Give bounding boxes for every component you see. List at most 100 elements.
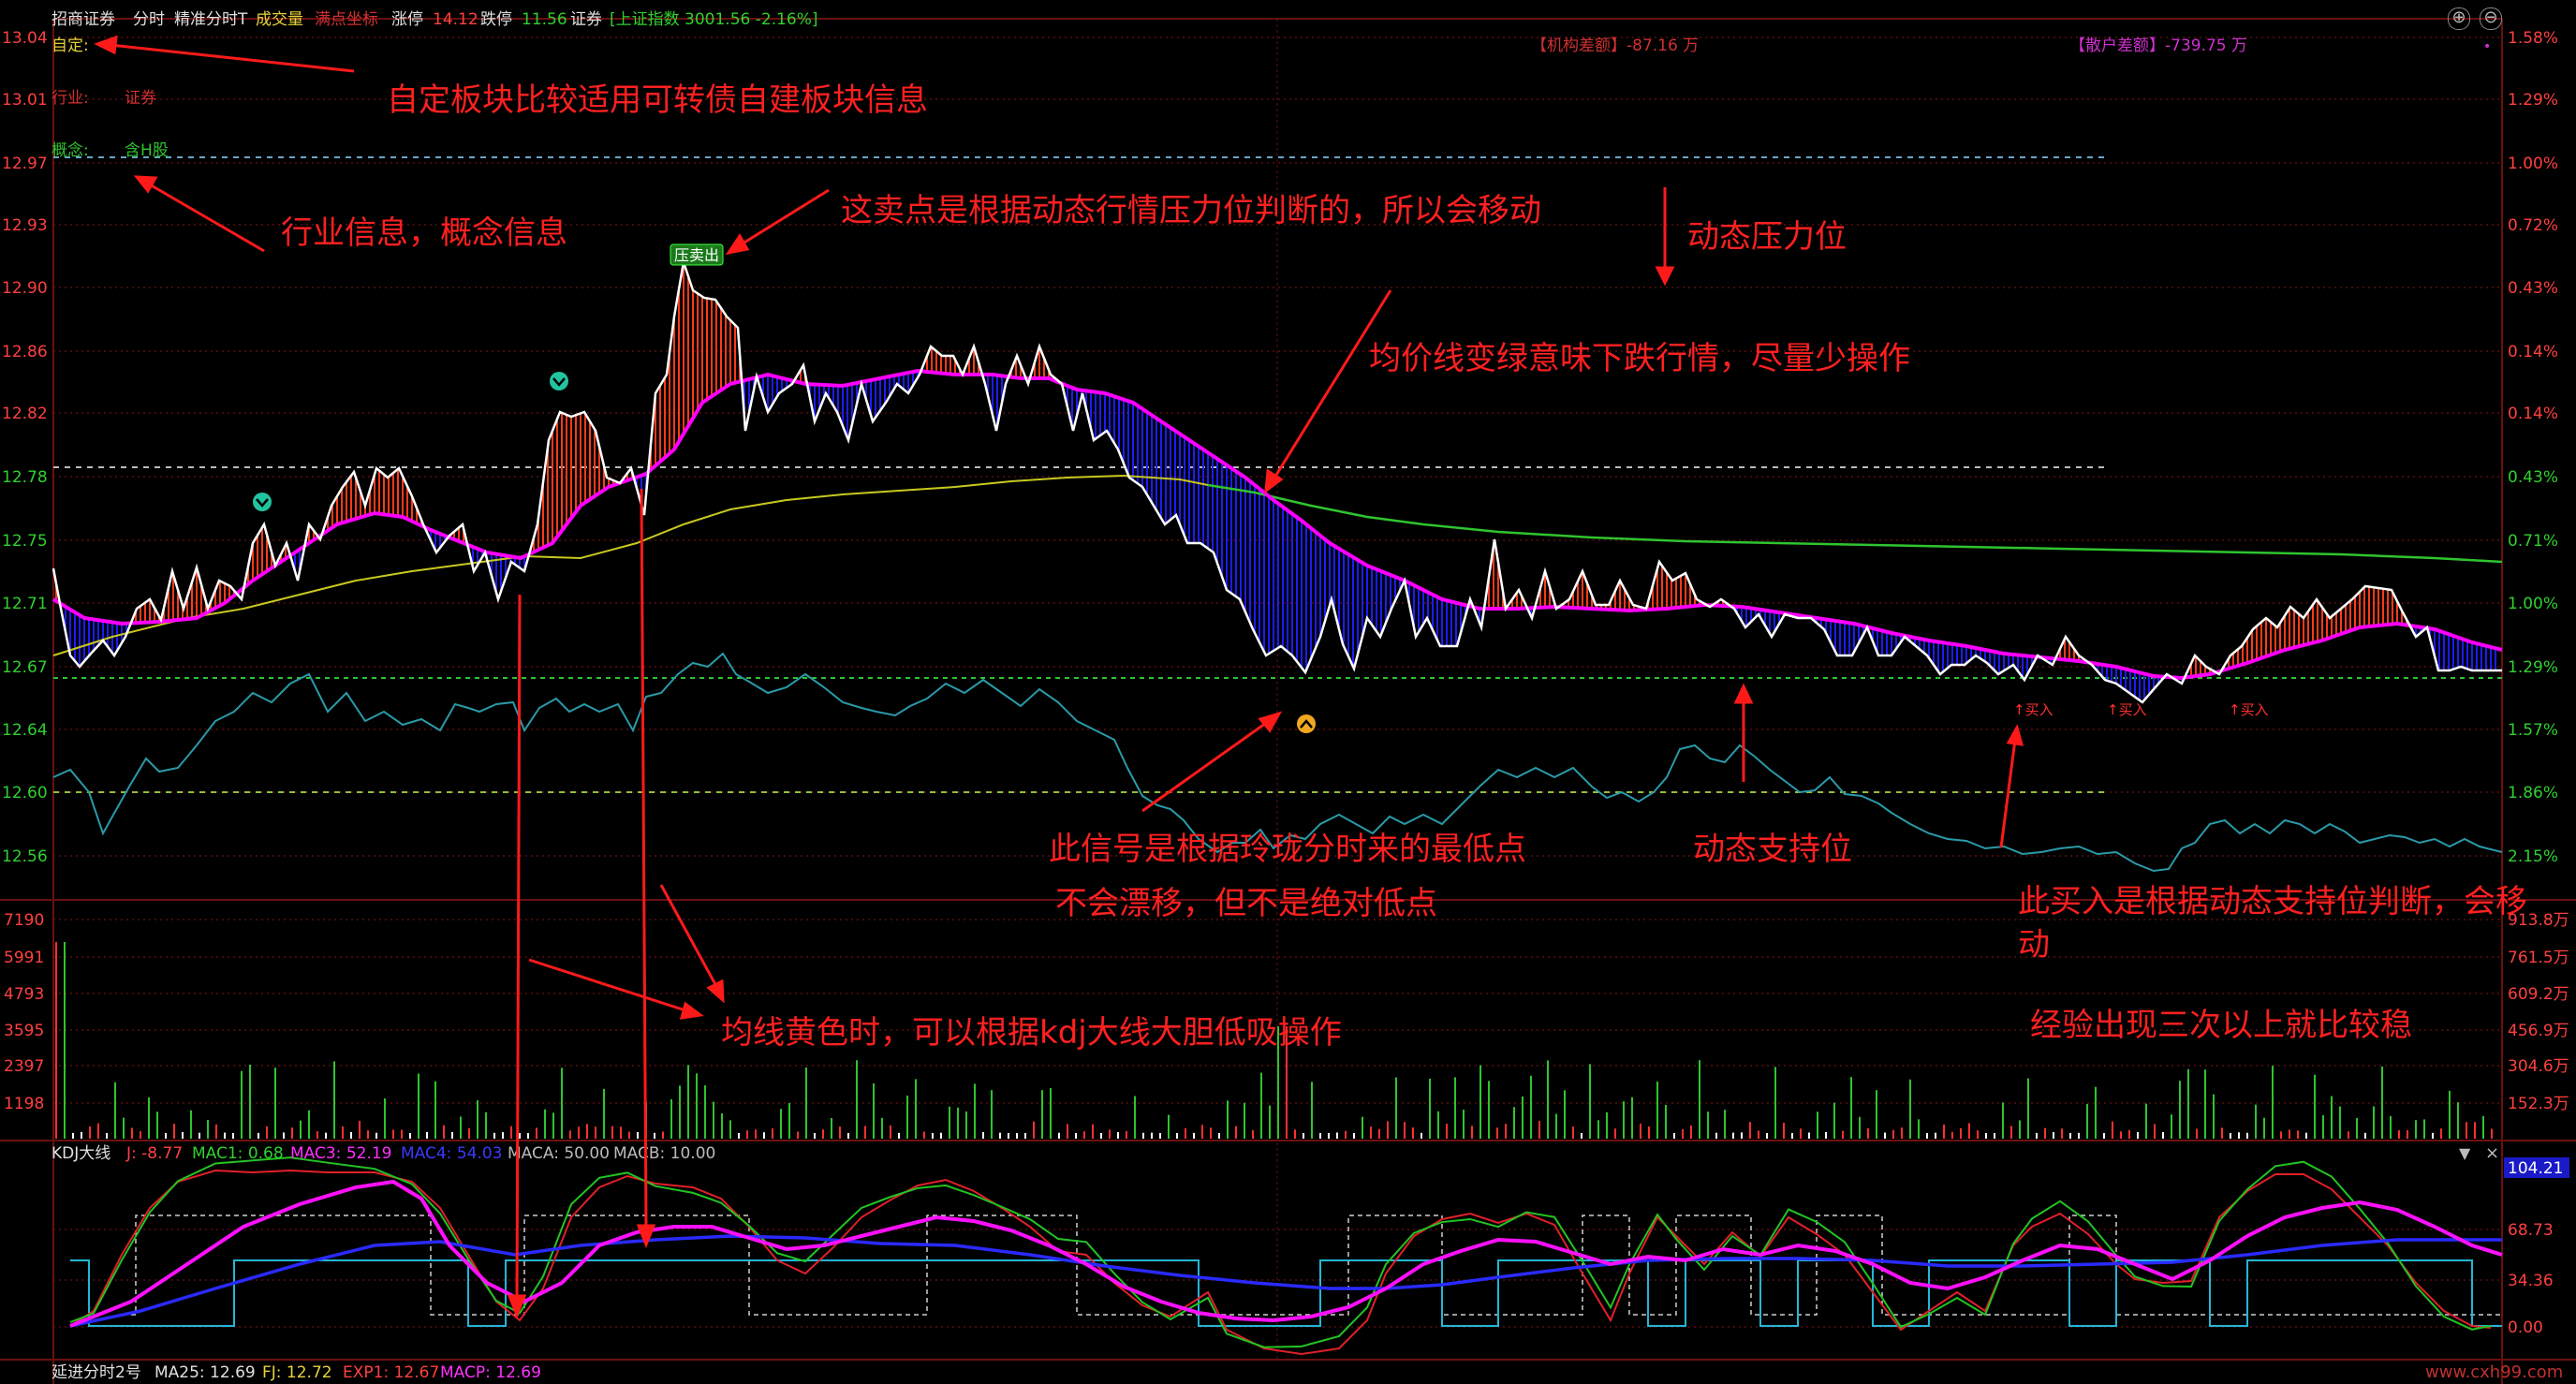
concept-value: 含H股 (125, 141, 169, 160)
annotation-kdj-yellow: 均线黄色时，可以根据kdj大线大胆低吸操作 (721, 1014, 1342, 1052)
mode-precise[interactable]: 精准分时T (174, 10, 248, 29)
minimize-icon[interactable]: ⊖ (2480, 7, 2502, 30)
volume-tick-left: 2397 (4, 1057, 44, 1076)
price-tick-left: 12.97 (2, 155, 48, 173)
kdj-mac4: MAC4: 54.03 (401, 1144, 502, 1163)
industry-value: 证券 (125, 89, 156, 108)
kdj-cyan-step (70, 1259, 2502, 1327)
annotation-buy-1: 此买入是根据动态支持位判断，会移 (2018, 883, 2527, 920)
percent-tick-right: 1.29% (2508, 91, 2558, 110)
green-down-marker-2 (550, 372, 568, 390)
annotations: 自定板块比较适用可转债自建板块信息 行业信息，概念信息 这卖点是根据动态行情压力… (281, 81, 2527, 1052)
annotation-lowpoint-1: 此信号是根据玲珑分时来的最低点 (1049, 831, 1526, 868)
percent-tick-right: 0.43% (2508, 468, 2558, 487)
price-tick-left: 13.01 (2, 91, 48, 110)
volume-tick-left: 7190 (4, 911, 44, 930)
retail-diff: 【散户差额】-739.75 万 (2069, 37, 2247, 55)
buy-signal[interactable]: ↑买入 (2229, 701, 2269, 718)
annotation-resistance: 动态压力位 (1687, 218, 1847, 256)
lowpoint-up-marker (1297, 714, 1316, 733)
volume-axis-left: 7190 5991 4793 3595 2397 1198 (4, 911, 44, 1113)
kdj-tick: 104.21 (2508, 1159, 2563, 1178)
volume-tick-right: 152.3万 (2508, 1095, 2569, 1113)
percent-tick-right: 0.43% (2508, 279, 2558, 298)
percent-tick-right: 0.72% (2508, 216, 2558, 235)
percent-tick-right: 1.29% (2508, 658, 2558, 677)
stock-name: 招商证券 (52, 10, 115, 29)
volume-tick-right: 609.2万 (2508, 985, 2569, 1004)
buy-signal[interactable]: ↑买入 (2107, 701, 2147, 718)
percent-tick-right: 1.57% (2508, 721, 2558, 740)
kdj-step-dashed (131, 1215, 2502, 1316)
marker-dot: • (2483, 39, 2491, 54)
limit-up-label: 涨停 (391, 10, 423, 29)
price-axis-left: 13.04 13.01 12.97 12.93 12.90 12.86 12.82 12.78… (2, 29, 48, 866)
price-tick-left: 12.71 (2, 595, 48, 613)
percent-tick-right: 2.15% (2508, 847, 2558, 866)
price-tick-left: 13.04 (2, 29, 48, 48)
annotation-lowpoint-2: 不会漂移，但不是绝对低点 (1055, 885, 1437, 922)
watermark: www.cxh99.com (2425, 1362, 2563, 1382)
volume-axis-right: 913.8万761.5万609.2万456.9万304.6万152.3万 (2508, 911, 2569, 1113)
price-tick-left: 12.86 (2, 343, 48, 361)
limit-down-label: 跌停 (480, 10, 512, 29)
percent-tick-right: 1.58% (2508, 29, 2558, 48)
institution-diff: 【机构差额】-87.16 万 (1531, 37, 1699, 55)
index-quote: [上证指数 3001.56 -2.16%] (610, 10, 818, 29)
annotation-sell-point: 这卖点是根据动态行情压力位判断的，所以会移动 (841, 192, 1541, 229)
kdj-mac3: MAC3: 52.19 (290, 1144, 391, 1163)
kdj-title[interactable]: KDJ大线 (52, 1144, 110, 1163)
footer-exp1: EXP1: 12.67 (343, 1363, 439, 1382)
price-tick-left: 12.64 (2, 721, 48, 740)
volume-tick-right: 456.9万 (2508, 1022, 2569, 1040)
add-icon[interactable]: ⊕ (2448, 7, 2470, 30)
price-tick-left: 12.75 (2, 532, 48, 551)
price-tick-left: 12.60 (2, 784, 48, 802)
annotation-custom-sector: 自定板块比较适用可转债自建板块信息 (387, 81, 928, 119)
percent-tick-right: 0.71% (2508, 532, 2558, 551)
industry-label: 行业: (52, 89, 89, 108)
percent-axis-right: 1.58% 1.29% 1.00% 0.72% 0.43% 0.14% 0.14% 0.43%… (2508, 29, 2558, 866)
kdj-tick: 68.73 (2508, 1221, 2554, 1240)
volume-tick-right: 761.5万 (2508, 949, 2569, 967)
buy-signal[interactable]: ↑买入 (2013, 701, 2053, 718)
price-tick-left: 12.78 (2, 468, 48, 487)
buy-signals: ↑买入 ↑买入 ↑买入 (2013, 701, 2269, 718)
footer-fj: FJ: 12.72 (262, 1363, 332, 1382)
kdj-j: J: -8.77 (125, 1144, 183, 1163)
sell-signal-label: 压卖出 (674, 246, 719, 264)
price-tick-left: 12.93 (2, 216, 48, 235)
green-down-marker-1 (253, 493, 272, 511)
volume-tick-left: 3595 (4, 1022, 44, 1040)
kdj-close-icon[interactable]: × (2485, 1143, 2499, 1163)
annotation-buy-2: 动 (2018, 926, 2050, 964)
volume-tick-right: 304.6万 (2508, 1057, 2569, 1076)
concept-label: 概念: (52, 140, 89, 160)
kdj-dropdown-icon[interactable]: ▼ (2459, 1144, 2471, 1162)
ma-green-line (1207, 483, 2503, 564)
kdj-mac1: MAC1: 0.68 (192, 1144, 284, 1163)
kdj-axis-right: 104.21 68.73 34.36 0.00 (2508, 1159, 2563, 1337)
annotation-industry-concept: 行业信息，概念信息 (281, 214, 567, 252)
price-tick-left: 12.82 (2, 405, 48, 423)
mode-intraday[interactable]: 分时 (133, 10, 165, 29)
annotation-avg-green: 均价线变绿意味下跌行情，尽量少操作 (1369, 340, 1910, 377)
volume-toggle[interactable]: 成交量 (256, 10, 303, 29)
sector-name: 证券 (570, 10, 602, 29)
annotation-support: 动态支持位 (1693, 831, 1852, 868)
limit-up-value: 14.12 (433, 10, 478, 29)
annotation-experience: 经验出现三次以上就比较稳 (2030, 1007, 2412, 1044)
price-tick-left: 12.56 (2, 847, 48, 866)
percent-tick-right: 1.00% (2508, 155, 2558, 173)
kdj-macb: MACB: 10.00 (613, 1144, 715, 1163)
price-tick-left: 12.90 (2, 279, 48, 298)
kdj-tick: 34.36 (2508, 1272, 2554, 1290)
footer-ma25: MA25: 12.69 (155, 1363, 256, 1382)
percent-tick-right: 1.00% (2508, 595, 2558, 613)
volume-tick-left: 5991 (4, 949, 44, 967)
fullpoint-toggle[interactable]: 满点坐标 (315, 10, 378, 29)
intraday-chart[interactable]: 招商证券 分时 精准分时T 成交量 满点坐标 涨停 14.12 跌停 11.56… (0, 0, 2576, 1384)
price-tick-left: 12.67 (2, 658, 48, 677)
custom-label: 自定: (52, 37, 89, 55)
footer-indicator-name[interactable]: 延进分时2号 (52, 1363, 141, 1382)
